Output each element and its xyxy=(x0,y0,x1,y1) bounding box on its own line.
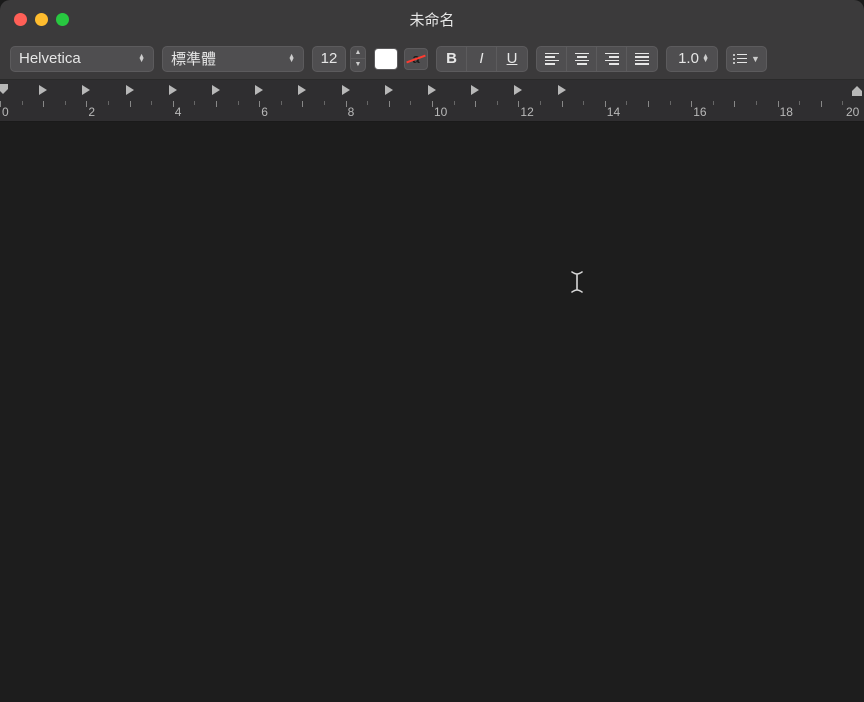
ruler[interactable]: 0 2 4 6 8 10 12 14 16 18 20 xyxy=(0,80,864,122)
tab-stop-marker[interactable] xyxy=(125,84,135,96)
close-button[interactable] xyxy=(14,13,27,26)
formatting-toolbar: Helvetica ▲▼ 標準體 ▲▼ 12 ▲ ▼ a B I U xyxy=(0,38,864,80)
line-spacing-select[interactable]: 1.0 ▲▼ xyxy=(666,46,718,72)
text-color-swatch[interactable] xyxy=(374,48,398,70)
ruler-major-label: 8 xyxy=(348,105,355,119)
dropdown-arrows-icon: ▲▼ xyxy=(702,55,709,63)
dropdown-arrows-icon: ▲▼ xyxy=(138,55,145,63)
window-title: 未命名 xyxy=(0,9,864,30)
underline-button[interactable]: U xyxy=(497,47,527,71)
font-style-value: 標準體 xyxy=(171,48,216,69)
minimize-button[interactable] xyxy=(35,13,48,26)
font-size-down[interactable]: ▼ xyxy=(351,59,365,71)
tab-stop-marker[interactable] xyxy=(254,84,264,96)
title-bar: 未命名 xyxy=(0,0,864,38)
font-size-group: 12 ▲ ▼ xyxy=(312,46,366,72)
tab-stop-marker[interactable] xyxy=(211,84,221,96)
tab-stop-marker[interactable] xyxy=(297,84,307,96)
ruler-major-label: 0 xyxy=(2,105,9,119)
ruler-major-label: 20 xyxy=(846,105,859,119)
align-justify-icon xyxy=(635,53,649,65)
highlight-letter: a xyxy=(412,51,419,66)
ruler-major-label: 16 xyxy=(693,105,706,119)
align-left-button[interactable] xyxy=(537,47,567,71)
window-controls xyxy=(0,13,69,26)
font-family-value: Helvetica xyxy=(19,50,81,67)
tab-stop-marker[interactable] xyxy=(384,84,394,96)
line-spacing-value: 1.0 xyxy=(675,50,702,67)
align-right-icon xyxy=(605,53,619,65)
align-group xyxy=(536,46,658,72)
font-size-input[interactable]: 12 xyxy=(312,46,346,72)
tab-stop-marker[interactable] xyxy=(341,84,351,96)
ruler-major-label: 6 xyxy=(261,105,268,119)
align-justify-button[interactable] xyxy=(627,47,657,71)
ruler-major-label: 12 xyxy=(520,105,533,119)
align-center-button[interactable] xyxy=(567,47,597,71)
font-size-up[interactable]: ▲ xyxy=(351,47,365,60)
font-style-select[interactable]: 標準體 ▲▼ xyxy=(162,46,304,72)
tab-stop-marker[interactable] xyxy=(470,84,480,96)
color-group: a xyxy=(374,48,428,70)
ruler-major-label: 4 xyxy=(175,105,182,119)
maximize-button[interactable] xyxy=(56,13,69,26)
tab-stop-marker[interactable] xyxy=(168,84,178,96)
chevron-down-icon: ▼ xyxy=(751,54,760,64)
align-center-icon xyxy=(575,53,589,65)
ruler-major-label: 10 xyxy=(434,105,447,119)
list-style-button[interactable]: ▼ xyxy=(726,46,767,72)
style-group: B I U xyxy=(436,46,528,72)
font-size-stepper: ▲ ▼ xyxy=(350,46,366,72)
list-icon xyxy=(733,54,747,64)
align-right-button[interactable] xyxy=(597,47,627,71)
italic-button[interactable]: I xyxy=(467,47,497,71)
ruler-ticks: 0 2 4 6 8 10 12 14 16 18 20 xyxy=(0,99,864,121)
align-left-icon xyxy=(545,53,559,65)
ruler-major-label: 18 xyxy=(780,105,793,119)
tab-stop-marker[interactable] xyxy=(513,84,523,96)
text-cursor-icon xyxy=(570,270,584,299)
bold-button[interactable]: B xyxy=(437,47,467,71)
highlight-color-button[interactable]: a xyxy=(404,48,428,70)
dropdown-arrows-icon: ▲▼ xyxy=(288,55,295,63)
font-family-select[interactable]: Helvetica ▲▼ xyxy=(10,46,154,72)
tab-stop-marker[interactable] xyxy=(81,84,91,96)
tab-stop-marker[interactable] xyxy=(557,84,567,96)
text-editor-area[interactable] xyxy=(0,122,864,702)
ruler-major-label: 14 xyxy=(607,105,620,119)
tab-stop-marker[interactable] xyxy=(38,84,48,96)
tab-stop-marker[interactable] xyxy=(427,84,437,96)
ruler-major-label: 2 xyxy=(88,105,95,119)
